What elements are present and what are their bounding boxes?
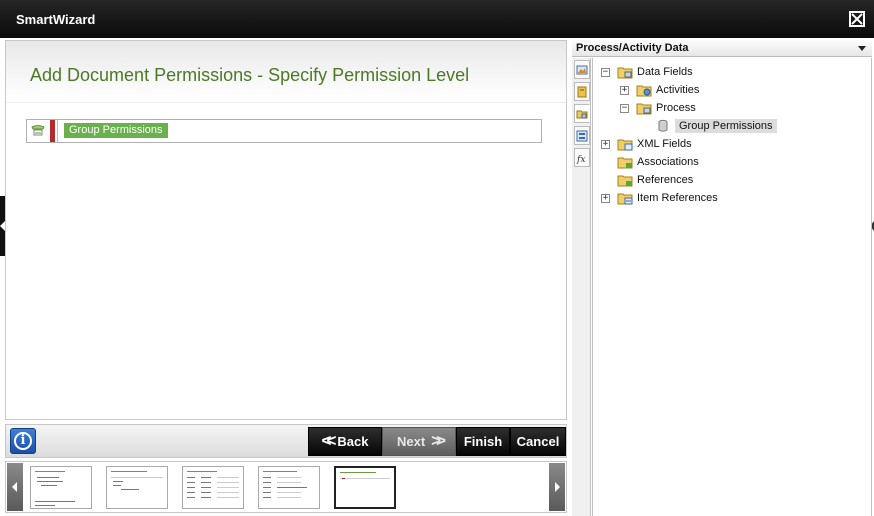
- cancel-button[interactable]: Cancel: [510, 427, 566, 456]
- collapse-toggle-icon[interactable]: −: [620, 103, 629, 113]
- tab-functions[interactable]: fx: [574, 148, 590, 167]
- tree-node-data-fields[interactable]: − Data Fields: [601, 64, 693, 80]
- info-button[interactable]: i: [10, 428, 36, 454]
- page-title: Add Document Permissions - Specify Permi…: [30, 65, 470, 85]
- tree-node-label: Process: [656, 102, 696, 114]
- window-titlebar: SmartWizard: [0, 0, 874, 38]
- step-thumbnail-strip: [5, 461, 567, 513]
- finish-label: Finish: [463, 434, 503, 449]
- tab-user-browser[interactable]: [574, 126, 590, 145]
- cancel-label: Cancel: [516, 434, 560, 449]
- image-icon: [576, 65, 588, 74]
- tree-node-activities[interactable]: + Activities: [620, 82, 699, 98]
- wizard-page: Add Document Permissions - Specify Permi…: [5, 40, 567, 420]
- step-thumbnail-current[interactable]: [334, 466, 396, 509]
- tree-node-label: Data Fields: [637, 66, 693, 78]
- tree-node-references[interactable]: References: [617, 172, 693, 188]
- next-button[interactable]: Next >>: [382, 427, 456, 456]
- permission-level-row[interactable]: Group Permissions: [26, 119, 542, 143]
- folder-item-reference-icon: [617, 191, 633, 205]
- tab-environment-library[interactable]: [574, 82, 590, 101]
- panel-header[interactable]: Process/Activity Data: [572, 40, 872, 57]
- tree-node-xml-fields[interactable]: + XML Fields: [601, 136, 692, 152]
- group-permissions-chip[interactable]: Group Permissions: [64, 123, 168, 138]
- required-indicator: [50, 120, 55, 142]
- panel-dropdown-icon[interactable]: [858, 46, 866, 51]
- thumbnail-scroll-left-icon[interactable]: [7, 463, 23, 511]
- tree-node-associations[interactable]: Associations: [617, 154, 699, 170]
- expand-toggle-icon[interactable]: +: [601, 193, 610, 203]
- back-chevron-icon: <<: [321, 430, 337, 450]
- window-title: SmartWizard: [16, 12, 96, 27]
- back-button[interactable]: << Back: [308, 427, 382, 456]
- process-activity-data-panel: Process/Activity Data fx − Data Fields +…: [572, 40, 874, 516]
- tree-node-label: Activities: [656, 84, 700, 96]
- field-cylinder-icon: [655, 119, 671, 133]
- book-icon: [577, 86, 587, 97]
- function-fx-icon: fx: [576, 155, 585, 164]
- wizard-nav-bar: i << Back Next >> Finish Cancel: [5, 424, 567, 458]
- tree-node-item-references[interactable]: + Item References: [601, 190, 718, 206]
- tree-node-label: Group Permissions: [675, 119, 777, 133]
- tree-node-process[interactable]: − Process: [620, 100, 696, 116]
- step-thumbnail[interactable]: [30, 466, 92, 509]
- tab-process-activity-data[interactable]: [574, 104, 590, 123]
- permission-settings-icon[interactable]: [31, 124, 45, 138]
- step-thumbnail[interactable]: [182, 466, 244, 509]
- step-thumbnail[interactable]: [258, 466, 320, 509]
- form-icon: [576, 130, 588, 141]
- permission-level-field[interactable]: Group Permissions: [57, 120, 541, 142]
- tree-node-label: References: [637, 174, 694, 186]
- folder-xml-icon: [617, 137, 633, 151]
- step-thumbnail[interactable]: [106, 466, 168, 509]
- folder-process-icon: [636, 101, 652, 115]
- next-chevron-icon: >>: [431, 430, 446, 450]
- next-label: Next: [396, 434, 426, 449]
- expand-toggle-icon[interactable]: +: [601, 139, 610, 149]
- info-icon: i: [14, 432, 32, 450]
- tree-node-group-permissions[interactable]: Group Permissions: [655, 118, 777, 134]
- back-label: Back: [337, 434, 369, 449]
- tree-node-label: XML Fields: [637, 138, 692, 150]
- folder-icon: [617, 65, 633, 79]
- close-icon[interactable]: [849, 11, 865, 27]
- collapse-toggle-icon[interactable]: −: [601, 67, 610, 77]
- thumbnail-scroll-right-icon[interactable]: [549, 463, 565, 511]
- expand-toggle-icon[interactable]: +: [620, 85, 629, 95]
- tab-context-browser[interactable]: [574, 60, 590, 79]
- panel-title: Process/Activity Data: [576, 42, 689, 54]
- tree-node-label: Item References: [637, 192, 718, 204]
- data-folder-icon: [576, 110, 588, 118]
- folder-association-icon: [617, 155, 633, 169]
- tree-node-label: Associations: [637, 156, 699, 168]
- folder-reference-icon: [617, 173, 633, 187]
- panel-side-tabs: fx: [572, 58, 591, 516]
- finish-button[interactable]: Finish: [456, 427, 510, 456]
- folder-activity-icon: [636, 83, 652, 97]
- data-fields-tree: − Data Fields + Activities − Process Gro…: [592, 58, 872, 516]
- svg-text:fx: fx: [576, 155, 585, 164]
